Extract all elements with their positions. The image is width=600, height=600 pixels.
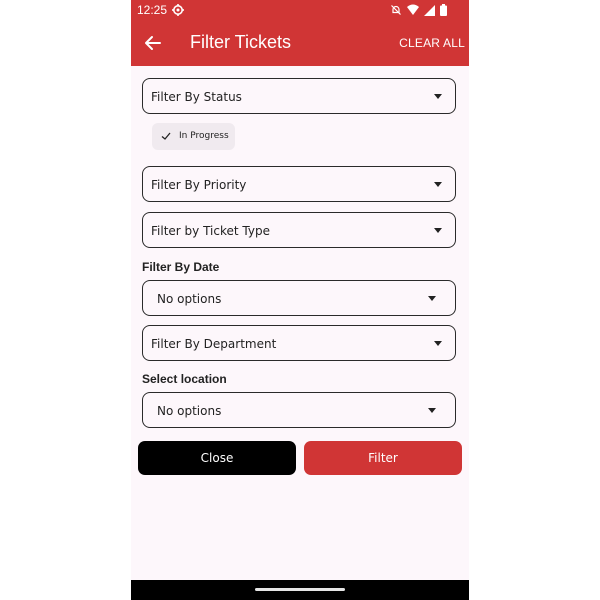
check-icon: [161, 132, 171, 140]
location-value: No options: [157, 404, 222, 418]
caret-down-icon: [428, 408, 436, 413]
priority-filter-label: Filter By Priority: [151, 178, 247, 192]
date-filter-value: No options: [157, 292, 222, 306]
priority-filter-dropdown[interactable]: Filter By Priority: [142, 166, 456, 202]
location-heading: Select location: [142, 372, 227, 386]
battery-icon: [440, 4, 447, 16]
phone-screen: 12:25 Filter Tickets CLEAR ALL Filter By…: [131, 0, 469, 600]
status-bar: 12:25: [131, 0, 469, 20]
ticket-type-filter-label: Filter by Ticket Type: [151, 224, 270, 238]
status-chip-in-progress[interactable]: In Progress: [152, 123, 235, 150]
caret-down-icon: [428, 296, 436, 301]
caret-down-icon: [434, 94, 442, 99]
close-button[interactable]: Close: [138, 441, 296, 475]
cellular-signal-icon: [424, 4, 435, 16]
status-icons: [390, 4, 447, 16]
navigation-bar: [131, 580, 469, 600]
status-time: 12:25: [137, 3, 168, 17]
wifi-icon: [407, 4, 419, 15]
ticket-type-filter-dropdown[interactable]: Filter by Ticket Type: [142, 212, 456, 248]
filter-button[interactable]: Filter: [304, 441, 462, 475]
department-filter-dropdown[interactable]: Filter By Department: [142, 325, 456, 361]
back-arrow-icon[interactable]: [141, 31, 165, 55]
caret-down-icon: [434, 182, 442, 187]
status-filter-dropdown[interactable]: Filter By Status: [142, 78, 456, 114]
page-title: Filter Tickets: [190, 32, 292, 52]
status-filter-label: Filter By Status: [151, 90, 242, 104]
clear-all-button[interactable]: CLEAR ALL: [399, 36, 465, 50]
caret-down-icon: [434, 341, 442, 346]
caret-down-icon: [434, 228, 442, 233]
muted-bell-icon: [391, 5, 401, 15]
app-bar: Filter Tickets CLEAR ALL: [131, 20, 469, 66]
date-filter-dropdown[interactable]: No options: [142, 280, 456, 316]
gesture-handle[interactable]: [255, 588, 345, 591]
date-filter-heading: Filter By Date: [142, 260, 220, 274]
chip-label: In Progress: [179, 131, 229, 141]
gear-icon: [172, 4, 184, 16]
location-dropdown[interactable]: No options: [142, 392, 456, 428]
department-filter-label: Filter By Department: [151, 337, 277, 351]
